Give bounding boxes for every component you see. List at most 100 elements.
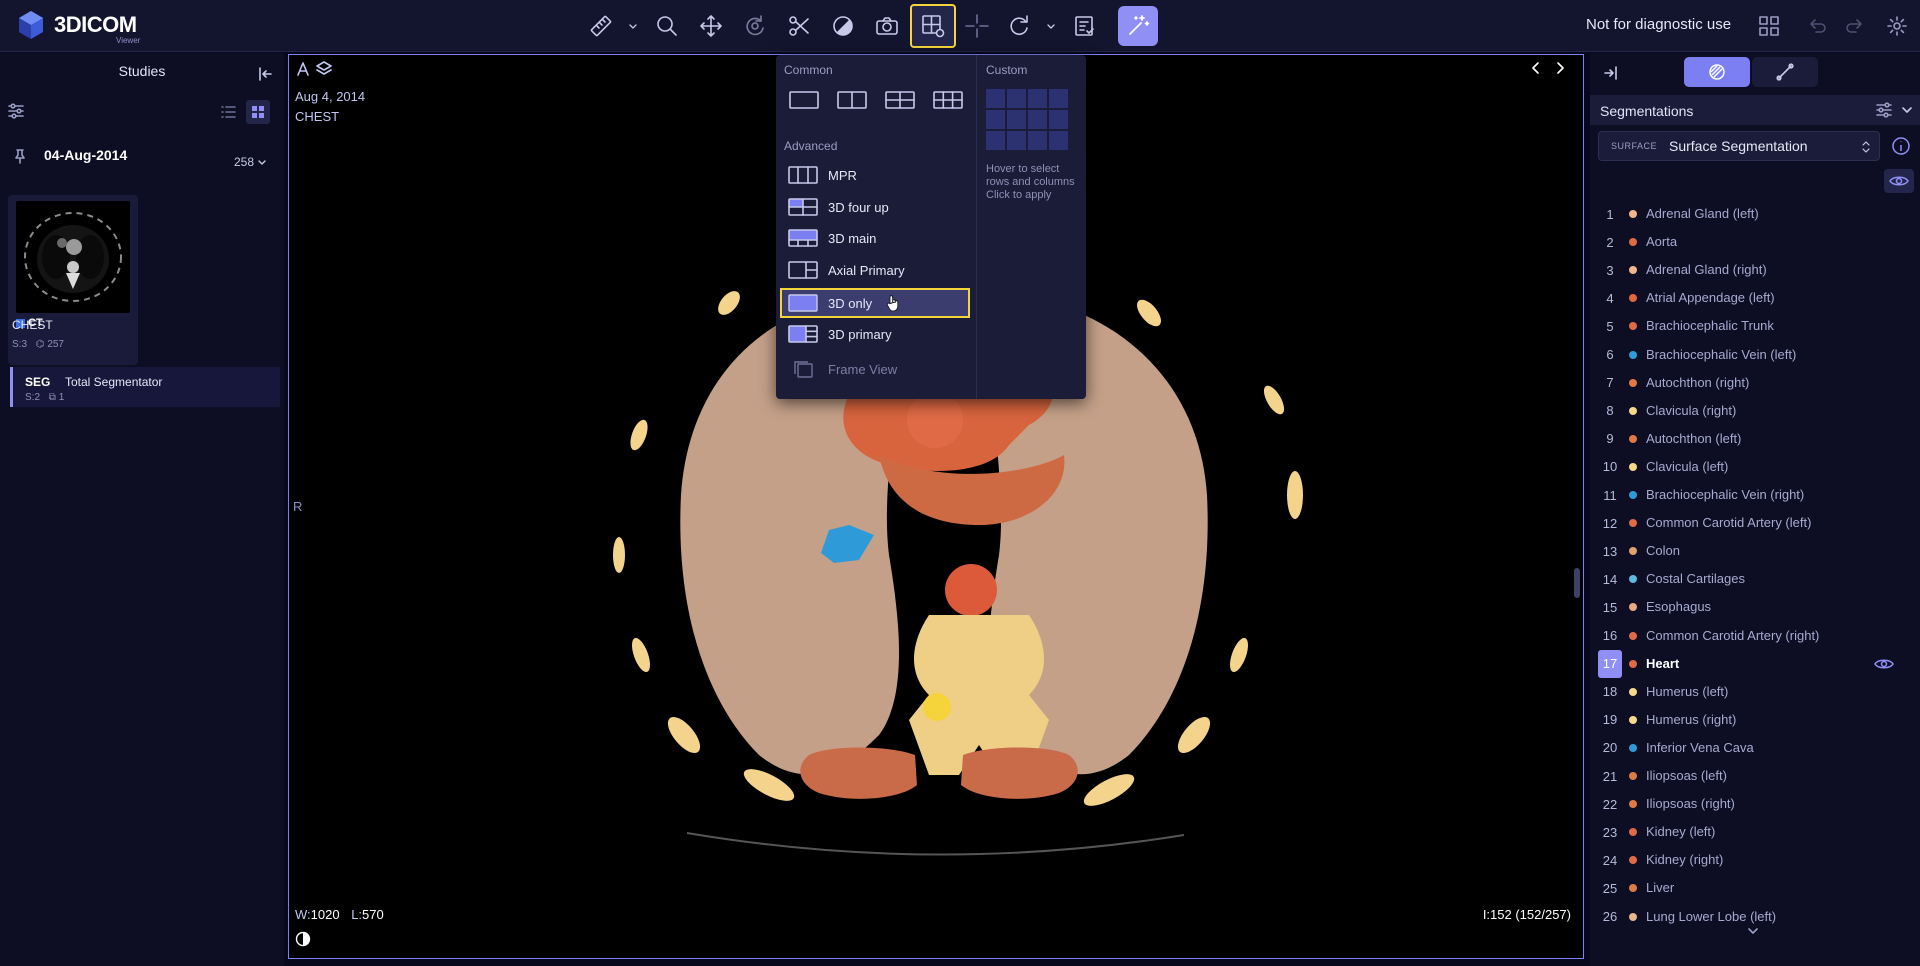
layout-1x1-button[interactable]	[788, 89, 820, 111]
layout-button[interactable]	[910, 4, 956, 48]
segmentations-collapse-button[interactable]	[1900, 103, 1914, 117]
segmentation-settings-button[interactable]	[1874, 100, 1894, 120]
segment-row[interactable]: 9 Autochthon (left)	[1590, 425, 1920, 453]
scroll-more-button[interactable]	[1746, 926, 1760, 936]
layout-3d-only-item[interactable]: 3D only	[780, 288, 970, 318]
segment-row[interactable]: 4 Atrial Appendage (left)	[1590, 284, 1920, 312]
layout-1x2-button[interactable]	[836, 89, 868, 111]
crosshair-button[interactable]	[958, 7, 996, 45]
layout-2x2-button[interactable]	[884, 89, 916, 111]
segmentation-series-row[interactable]: SEG Total Segmentator S:2 ⧉ 1	[10, 367, 280, 407]
custom-cell[interactable]	[1028, 110, 1047, 129]
rotate-3d-button[interactable]	[736, 7, 774, 45]
layout-axial-primary-item[interactable]: Axial Primary	[780, 255, 970, 285]
panels-toggle-button[interactable]	[1750, 7, 1788, 45]
custom-cell[interactable]	[1028, 89, 1047, 108]
segment-color-dot	[1629, 294, 1637, 303]
eye-icon[interactable]	[1874, 657, 1894, 671]
segment-row[interactable]: 24 Kidney (right)	[1590, 846, 1920, 874]
custom-cell[interactable]	[1049, 89, 1068, 108]
custom-cell[interactable]	[1007, 110, 1026, 129]
segment-row[interactable]: 16 Common Carotid Artery (right)	[1590, 622, 1920, 650]
viewport-scroll-handle[interactable]	[1574, 568, 1580, 598]
segment-row[interactable]: 15 Esophagus	[1590, 593, 1920, 621]
custom-cell[interactable]	[1028, 131, 1047, 150]
filter-button[interactable]	[6, 101, 26, 121]
segment-row[interactable]: 22 Iliopsoas (right)	[1590, 790, 1920, 818]
snapshot-button[interactable]	[868, 7, 906, 45]
layout-3x2-button[interactable]	[932, 89, 964, 111]
list-view-button[interactable]	[218, 102, 238, 122]
tab-measurements[interactable]	[1752, 57, 1818, 87]
prev-image-button[interactable]	[1529, 61, 1543, 75]
info-button[interactable]	[1890, 135, 1912, 157]
segment-row[interactable]: 14 Costal Cartilages	[1590, 565, 1920, 593]
segment-color-dot	[1629, 322, 1637, 331]
segment-row[interactable]: 1 Adrenal Gland (left)	[1590, 200, 1920, 228]
collapse-left-panel-button[interactable]	[256, 65, 274, 83]
measure-dropdown-button[interactable]	[626, 7, 640, 45]
layout-3d-four-up-item[interactable]: 3D four up	[780, 192, 970, 222]
custom-cell[interactable]	[1049, 131, 1068, 150]
segment-row[interactable]: 21 Iliopsoas (left)	[1590, 762, 1920, 790]
custom-cell[interactable]	[986, 110, 1005, 129]
pan-button[interactable]	[692, 7, 730, 45]
segment-row[interactable]: 25 Liver	[1590, 874, 1920, 902]
series-meta-s: S:3	[12, 339, 28, 350]
tab-segmentations[interactable]	[1684, 57, 1750, 87]
instances-icon: ⌬	[35, 339, 45, 350]
segment-name: Brachiocephalic Vein (left)	[1646, 346, 1797, 362]
custom-layout-grid[interactable]	[986, 89, 1068, 150]
segment-row[interactable]: 13 Colon	[1590, 537, 1920, 565]
layers-icon[interactable]	[315, 60, 333, 78]
segment-row[interactable]: 18 Humerus (left)	[1590, 678, 1920, 706]
segment-row[interactable]: 10 Clavicula (left)	[1590, 453, 1920, 481]
window-level-button[interactable]	[824, 7, 862, 45]
custom-cell[interactable]	[1007, 131, 1026, 150]
invert-icon[interactable]	[295, 931, 311, 947]
segment-row[interactable]: 11 Brachiocephalic Vein (right)	[1590, 481, 1920, 509]
collapse-right-panel-button[interactable]	[1602, 64, 1620, 82]
segmentation-type-select[interactable]: SURFACE Surface Segmentation	[1598, 131, 1880, 161]
segment-color-dot	[1629, 547, 1637, 556]
custom-cell[interactable]	[1049, 110, 1068, 129]
layout-mpr-item[interactable]: MPR	[780, 160, 970, 190]
study-image-count[interactable]: 258	[234, 155, 267, 169]
segment-row[interactable]: 19 Humerus (right)	[1590, 706, 1920, 734]
zoom-button[interactable]	[648, 7, 686, 45]
cut-button[interactable]	[780, 7, 818, 45]
segment-row[interactable]: 7 Autochthon (right)	[1590, 369, 1920, 397]
pin-icon[interactable]	[12, 148, 28, 164]
measure-ruler-button[interactable]	[582, 7, 620, 45]
segment-row[interactable]: 6 Brachiocephalic Vein (left)	[1590, 341, 1920, 369]
segment-row[interactable]: 2 Aorta	[1590, 228, 1920, 256]
layout-3d-main-icon	[788, 229, 818, 247]
redo-button[interactable]	[1836, 7, 1874, 45]
undo-button[interactable]	[1798, 7, 1836, 45]
custom-cell[interactable]	[986, 89, 1005, 108]
segment-row[interactable]: 17 Heart	[1590, 649, 1920, 678]
settings-button[interactable]	[1878, 7, 1916, 45]
segment-row[interactable]: 8 Clavicula (right)	[1590, 397, 1920, 425]
segment-number: 8	[1606, 403, 1614, 419]
custom-cell[interactable]	[1007, 89, 1026, 108]
grid-view-button[interactable]	[246, 100, 270, 124]
reset-dropdown-button[interactable]	[1044, 7, 1058, 45]
segment-row[interactable]: 20 Inferior Vena Cava	[1590, 734, 1920, 762]
segment-row[interactable]: 5 Brachiocephalic Trunk	[1590, 312, 1920, 340]
layout-frame-view-item[interactable]: Frame View	[780, 354, 970, 384]
layout-3d-main-item[interactable]: 3D main	[780, 223, 970, 253]
layout-3d-primary-item[interactable]: 3D primary	[780, 319, 970, 349]
reset-button[interactable]	[1000, 7, 1038, 45]
report-button[interactable]	[1066, 7, 1104, 45]
annotation-tool-icon[interactable]	[295, 60, 313, 78]
next-image-button[interactable]	[1553, 61, 1567, 75]
segment-row[interactable]: 3 Adrenal Gland (right)	[1590, 256, 1920, 284]
segment-row[interactable]: 12 Common Carotid Artery (left)	[1590, 509, 1920, 537]
study-date[interactable]: 04-Aug-2014	[44, 147, 127, 163]
custom-cell[interactable]	[986, 131, 1005, 150]
camera-icon	[876, 17, 898, 35]
toggle-all-visibility-button[interactable]	[1884, 169, 1914, 193]
auto-segment-button[interactable]	[1118, 6, 1158, 46]
segment-row[interactable]: 23 Kidney (left)	[1590, 818, 1920, 846]
